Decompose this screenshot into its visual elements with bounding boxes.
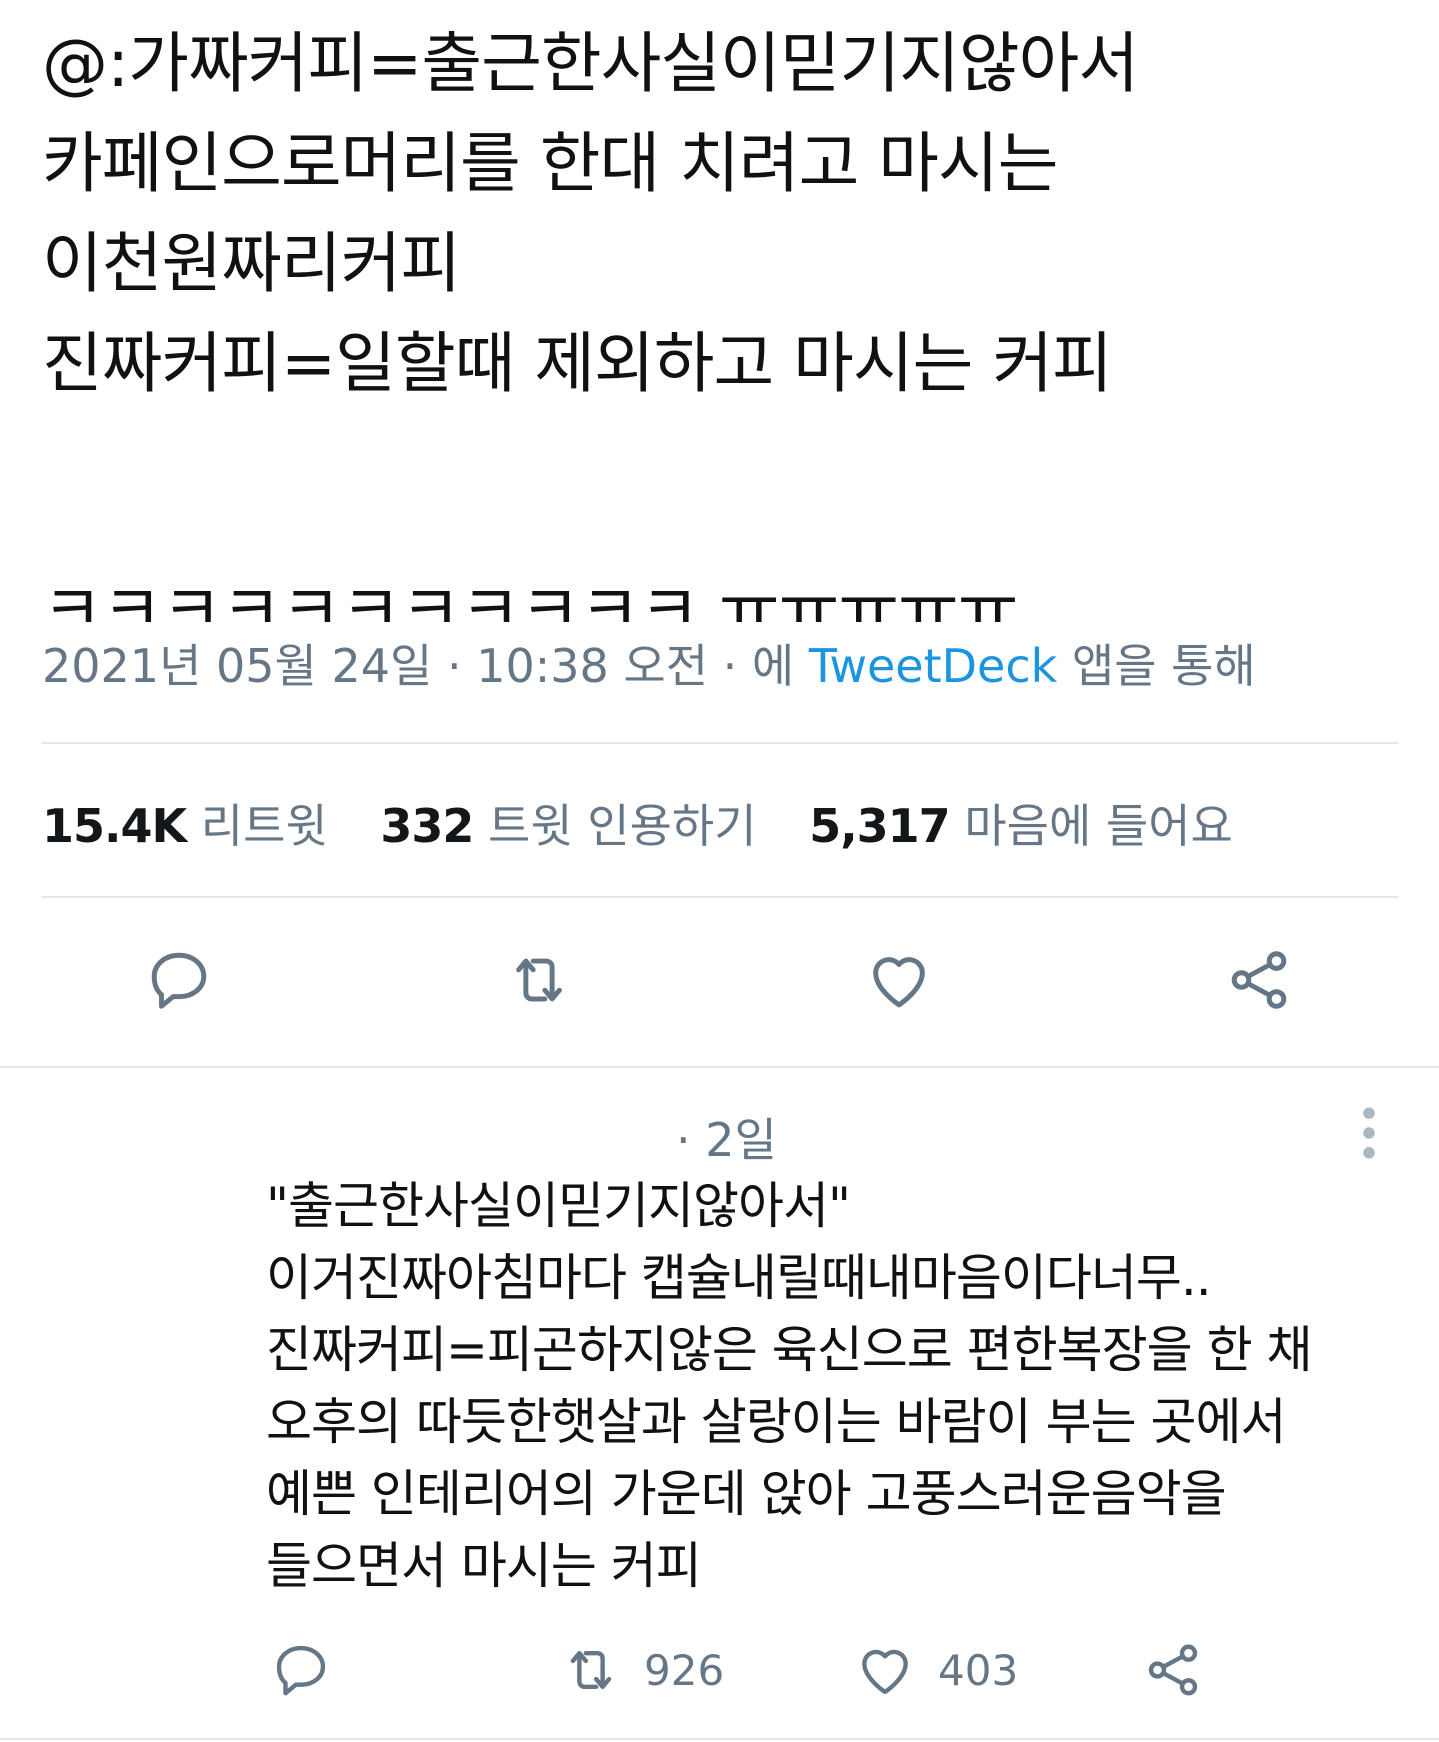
reply-icon	[151, 952, 207, 1009]
meta-separator: ·	[708, 639, 752, 693]
tweet-body: @:가짜커피=출근한사실이믿기지않아서 카페인으로머리를 한대 치려고 마시는 …	[42, 14, 1402, 622]
tweet-action-bar	[0, 935, 1439, 1025]
tweet-stats: 15.4K 리트윗 332 트윗 인용하기 5,317 마음에 들어요	[42, 790, 1271, 856]
reply-icon	[276, 1645, 326, 1696]
retweet-count: 15.4K	[42, 799, 187, 853]
reply-text-line: 오후의 따듯한햇살과 살랑이는 바람이 부는 곳에서	[266, 1393, 1286, 1451]
retweet-button[interactable]	[494, 935, 584, 1025]
tweet-text-line: 이천원짜리커피	[42, 225, 461, 302]
reply-reply-button[interactable]	[270, 1630, 332, 1710]
meta-separator: ·	[432, 639, 477, 693]
reply-share-button[interactable]	[1142, 1630, 1204, 1710]
tweet-laugh-line: ㅋㅋㅋㅋㅋㅋㅋㅋㅋㅋㅋ ㅠㅠㅠㅠㅠ	[42, 571, 1019, 622]
via-prefix: 에	[751, 639, 809, 693]
via-suffix: 앱을 통해	[1057, 639, 1256, 693]
reply-like-button[interactable]: 403	[854, 1630, 1018, 1710]
like-count: 5,317	[809, 799, 951, 853]
quote-label: 트윗 인용하기	[488, 799, 757, 853]
reply-retweet-button[interactable]: 926	[560, 1630, 724, 1710]
source-link[interactable]: TweetDeck	[809, 639, 1057, 693]
heart-icon	[873, 957, 925, 1008]
retweet-icon	[570, 1651, 612, 1689]
like-stat[interactable]: 5,317 마음에 들어요	[809, 799, 1233, 853]
divider	[42, 742, 1398, 744]
quote-count: 332	[380, 799, 474, 853]
reply-body: "출근한사실이믿기지않아서" 이거진짜아침마다 캡슐내릴때내마음이다너무.. 진…	[266, 1170, 1426, 1602]
reply-timestamp[interactable]: · 2일	[676, 1104, 777, 1170]
tweet-time[interactable]: 10:38 오전	[476, 639, 708, 693]
reply-text-line: 이거진짜아침마다 캡슐내릴때내마음이다너무..	[266, 1249, 1212, 1307]
share-button[interactable]	[1214, 935, 1304, 1025]
more-options-icon[interactable]	[1354, 1106, 1384, 1160]
share-icon	[1231, 951, 1287, 1009]
retweet-stat[interactable]: 15.4K 리트윗	[42, 799, 328, 853]
quote-stat[interactable]: 332 트윗 인용하기	[380, 799, 756, 853]
reply-like-count: 403	[938, 1645, 1019, 1695]
reply-text-line: 예쁜 인테리어의 가운데 앉아 고풍스러운음악을	[266, 1465, 1227, 1523]
tweet-text-line: 카페인으로머리를 한대 치려고 마시는	[42, 125, 1058, 202]
heart-icon	[862, 1649, 908, 1695]
tweet-date[interactable]: 2021년 05월 24일	[42, 639, 432, 693]
reply-text-line: 들으면서 마시는 커피	[266, 1537, 702, 1595]
reply-action-bar: 926 403	[0, 1630, 1439, 1710]
tweet-text-line: @:가짜커피=출근한사실이믿기지않아서	[42, 25, 1139, 102]
retweet-label: 리트윗	[200, 799, 328, 853]
tweet-meta: 2021년 05월 24일 · 10:38 오전 · 에 TweetDeck 앱…	[42, 630, 1256, 696]
retweet-icon	[516, 958, 562, 1002]
like-label: 마음에 들어요	[964, 799, 1233, 853]
section-separator	[0, 1066, 1439, 1068]
bottom-divider	[0, 1738, 1439, 1740]
reply-button[interactable]	[134, 935, 224, 1025]
reply-retweet-count: 926	[644, 1645, 725, 1695]
like-button[interactable]	[854, 935, 944, 1025]
reply-text-line: "출근한사실이믿기지않아서"	[266, 1177, 851, 1235]
divider	[42, 896, 1398, 898]
reply-text-line: 진짜커피=피곤하지않은 육신으로 편한복장을 한 채	[266, 1321, 1312, 1379]
share-icon	[1148, 1644, 1198, 1696]
tweet-text-line: 진짜커피=일할때 제외하고 마시는 커피	[42, 325, 1113, 402]
